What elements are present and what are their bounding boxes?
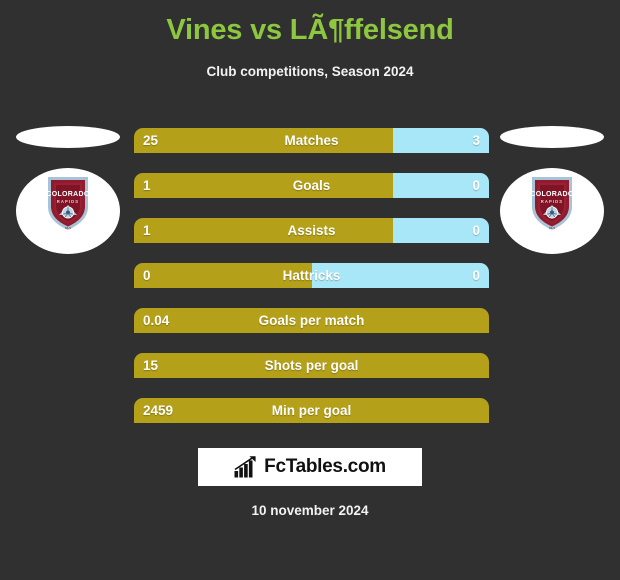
- svg-text:COLORADO: COLORADO: [530, 191, 573, 198]
- colorado-rapids-crest-icon: COLORADO RAPIDS MLS: [45, 174, 91, 232]
- svg-text:MLS: MLS: [65, 226, 71, 230]
- stat-row: 2459 Min per goal: [134, 398, 489, 423]
- page-subtitle: Club competitions, Season 2024: [206, 64, 414, 79]
- bar-chart-arrow-icon: [234, 456, 256, 478]
- stat-row: 15 Shots per goal: [134, 353, 489, 378]
- home-panel-pill: [16, 126, 120, 148]
- stat-label: Goals per match: [258, 313, 365, 328]
- colorado-rapids-crest-icon: COLORADO RAPIDS MLS: [529, 174, 575, 232]
- svg-text:MLS: MLS: [549, 226, 555, 230]
- fctables-logo[interactable]: FcTables.com: [198, 448, 422, 486]
- stat-label: Hattricks: [282, 268, 341, 283]
- stat-away-value: 0: [472, 268, 480, 283]
- stat-label: Shots per goal: [264, 358, 359, 373]
- footer-date: 10 november 2024: [251, 503, 369, 518]
- stat-away-value: 3: [472, 133, 480, 148]
- svg-text:COLORADO: COLORADO: [46, 191, 89, 198]
- fctables-logo-text: FcTables.com: [264, 456, 386, 477]
- stat-row: 0 Hattricks 0: [134, 263, 489, 288]
- page-title: Vines vs LÃ¶ffelsend: [166, 14, 454, 46]
- svg-text:RAPIDS: RAPIDS: [57, 199, 79, 204]
- stat-away-value: 0: [472, 223, 480, 238]
- away-team-badge-panel: COLORADO RAPIDS MLS: [487, 118, 617, 278]
- stat-label: Matches: [284, 133, 339, 148]
- stat-rows-list: 25 Matches 3 1 Goals 0 1 Assists 0 0 Hattricks 0 0.0…: [134, 128, 489, 443]
- home-team-badge-panel: COLORADO RAPIDS MLS: [3, 118, 133, 278]
- stat-away-value: 0: [472, 178, 480, 193]
- stat-row: 1 Goals 0: [134, 173, 489, 198]
- stat-row: 0.04 Goals per match: [134, 308, 489, 333]
- stat-row: 25 Matches 3: [134, 128, 489, 153]
- stat-row: 1 Assists 0: [134, 218, 489, 243]
- away-panel-pill: [500, 126, 604, 148]
- stat-label: Assists: [287, 223, 336, 238]
- stat-label: Min per goal: [271, 403, 352, 418]
- svg-text:RAPIDS: RAPIDS: [541, 199, 563, 204]
- stat-label: Goals: [292, 178, 331, 193]
- stat-comparison-card: Vines vs LÃ¶ffelsend Club competitions, …: [0, 0, 620, 580]
